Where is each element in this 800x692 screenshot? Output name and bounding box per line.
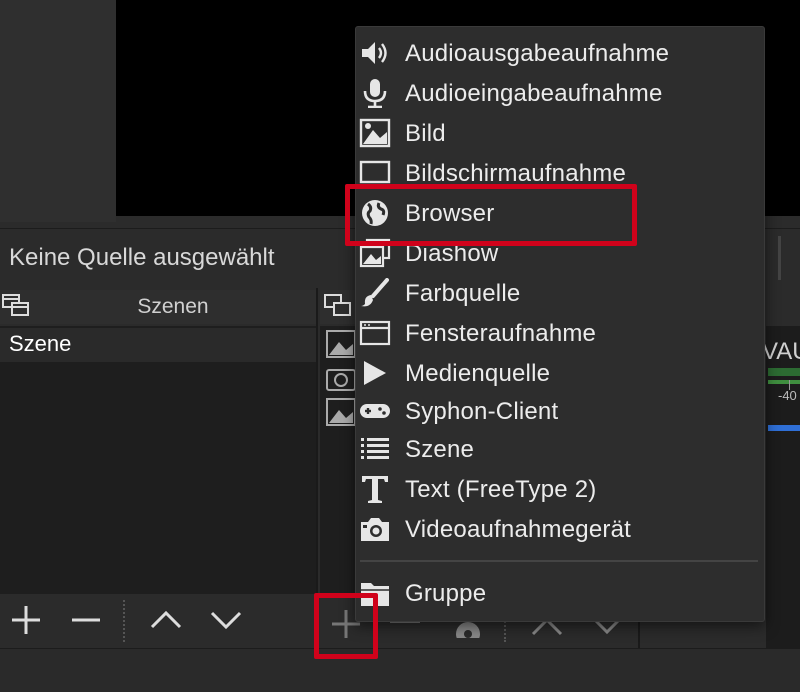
no-source-label: Keine Quelle ausgewählt [9,244,275,271]
menu-item-label: Farbquelle [405,280,521,307]
minus-icon [72,618,100,622]
mixer-channel-label: VAU [762,338,800,365]
menu-separator [360,560,758,562]
scenes-title: Szenen [137,295,209,318]
menu-item-label: Text (FreeType 2) [405,476,597,503]
menu-item-label: Syphon-Client [405,398,559,425]
menu-item-scene[interactable]: Szene [355,430,765,468]
menu-item-label: Audioausgabeaufnahme [405,40,670,67]
preview-side-area [0,0,116,222]
menu-item-window-capture[interactable]: Fensteraufnahme [355,314,765,352]
camera-icon [359,514,391,544]
menu-item-video-capture-device[interactable]: Videoaufnahmegerät [355,510,765,548]
menu-item-syphon-client[interactable]: Syphon-Client [355,392,765,430]
menu-item-audio-output-capture[interactable]: Audioausgabeaufnahme [355,34,765,72]
undock-icon[interactable] [324,294,352,318]
menu-item-image[interactable]: Bild [355,114,765,152]
menu-item-label: Audioeingabeaufnahme [405,80,663,107]
image-icon [359,118,391,148]
status-bar [0,648,800,692]
menu-item-audio-input-capture[interactable]: Audioeingabeaufnahme [355,74,765,112]
meter-db-label: -40 [778,388,797,403]
volume-slider[interactable] [768,425,800,431]
context-bar-divider [778,236,781,280]
scenes-list [0,326,316,594]
menu-item-label: Bild [405,120,446,147]
play-icon [359,358,391,388]
menu-item-label: Medienquelle [405,360,551,387]
volume-meter [768,368,800,376]
window-icon [359,318,391,348]
menu-item-group[interactable]: Gruppe [355,574,765,612]
list-icon [359,434,391,464]
menu-item-label: Gruppe [405,580,487,607]
gamepad-icon [359,396,391,426]
menu-item-label: Fensteraufnahme [405,320,597,347]
speaker-icon [359,38,391,68]
volume-meter-peak [768,380,800,384]
chevron-down-icon [210,611,242,630]
move-scene-down-button[interactable] [206,600,246,640]
image-icon [326,398,356,426]
move-scene-up-button[interactable] [146,600,186,640]
menu-item-color-source[interactable]: Farbquelle [355,274,765,312]
text-icon [359,474,391,504]
paintbrush-icon [359,278,391,308]
microphone-icon [359,78,391,108]
menu-item-label: Videoaufnahmegerät [405,516,631,543]
plus-icon [12,606,40,634]
toolbar-divider [123,600,125,642]
menu-item-text[interactable]: Text (FreeType 2) [355,470,765,508]
remove-scene-button[interactable] [66,600,106,640]
highlight-add-source-box [314,593,378,659]
highlight-browser-box [345,184,637,246]
image-icon [326,330,356,358]
menu-item-media-source[interactable]: Medienquelle [355,354,765,392]
scene-item-label: Szene [9,331,72,356]
camera-icon [326,364,356,392]
menu-item-label: Szene [405,436,475,463]
chevron-up-icon [150,610,182,629]
add-scene-button[interactable] [6,600,46,640]
